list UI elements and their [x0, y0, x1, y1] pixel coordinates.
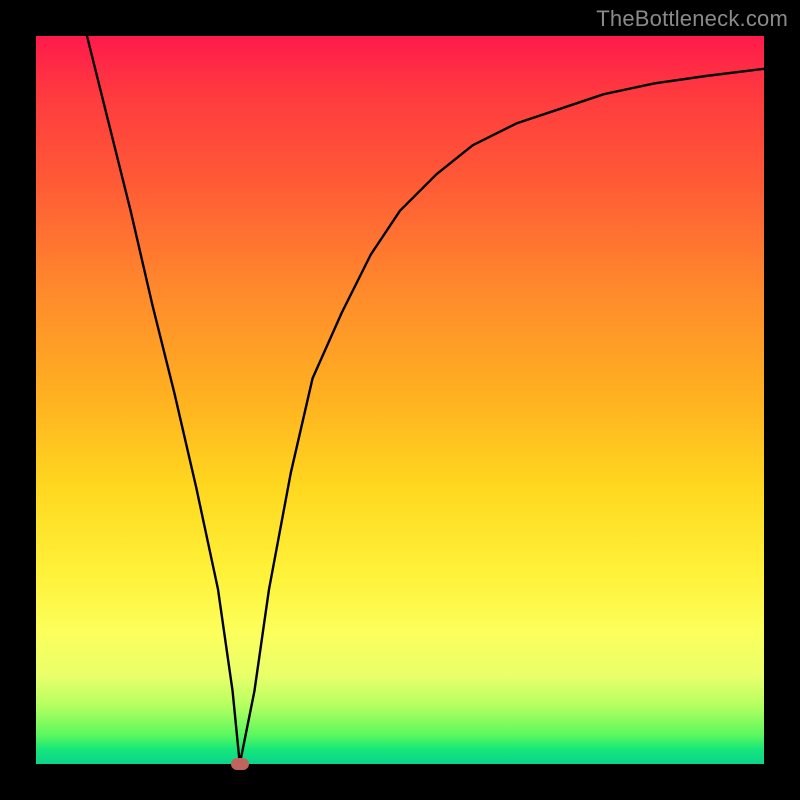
optimal-point-marker [231, 758, 249, 770]
watermark-text: TheBottleneck.com [596, 6, 788, 32]
bottleneck-curve [36, 36, 764, 764]
chart-frame: TheBottleneck.com [0, 0, 800, 800]
chart-plot-area [36, 36, 764, 764]
